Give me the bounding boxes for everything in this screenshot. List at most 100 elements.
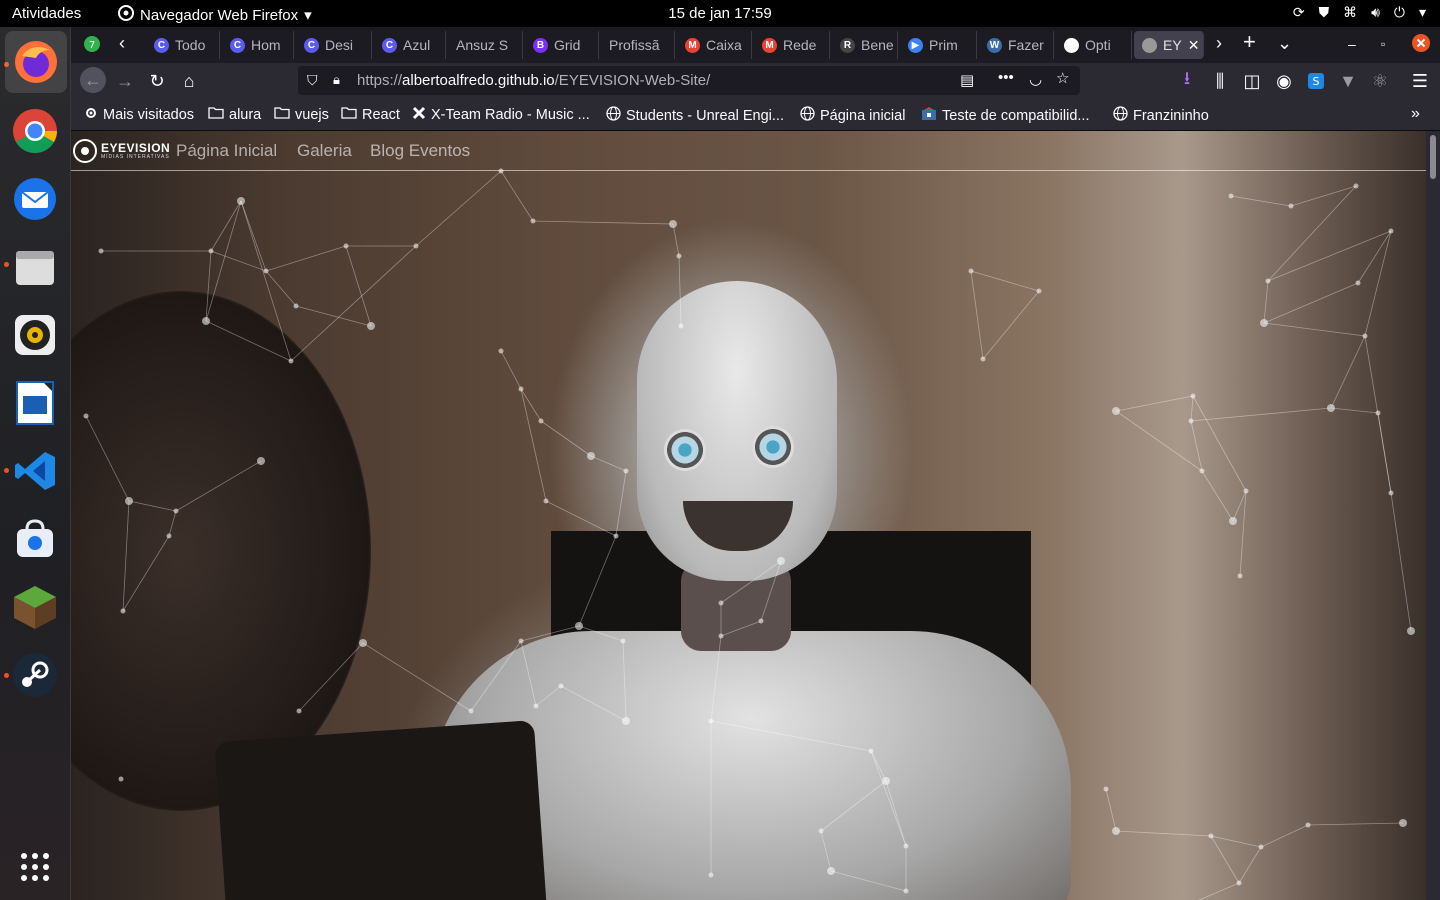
bookmark-item[interactable]: Teste de compatibilid... <box>921 106 1090 125</box>
logo-tagline: MÍDIAS INTERATIVAS <box>101 154 170 160</box>
tab-0[interactable]: C Todo <box>146 31 220 59</box>
tab-7[interactable]: M Caixa <box>677 31 752 59</box>
site-logo[interactable]: EYEVISION MÍDIAS INTERATIVAS <box>73 139 170 163</box>
pocket-icon[interactable]: ◡ <box>1029 70 1042 88</box>
library-icon[interactable]: ⫼ <box>1208 69 1232 93</box>
volume-icon[interactable]: 🔊︎ <box>1371 4 1380 21</box>
tab-favicon-icon: M <box>685 37 700 53</box>
page-actions-icon[interactable]: ••• <box>998 69 1014 86</box>
tab-11[interactable]: W Fazer <box>979 31 1054 59</box>
particle-link <box>578 625 624 642</box>
extension-s-icon[interactable]: S <box>1304 69 1328 93</box>
tab-12[interactable]: Opti <box>1056 31 1132 59</box>
back-button[interactable]: ← <box>80 67 106 93</box>
steam-icon[interactable] <box>11 651 59 699</box>
tab-scroll-left-icon[interactable]: ‹ <box>119 33 125 54</box>
bookmark-label: Franzininho <box>1133 107 1209 124</box>
bookmark-item[interactable]: Franzininho <box>1113 106 1209 125</box>
tab-10[interactable]: ▶ Prim <box>900 31 977 59</box>
bookmark-item[interactable]: Página inicial <box>800 106 905 125</box>
nav-link-home[interactable]: Página Inicial <box>176 141 277 161</box>
scrollbar-thumb[interactable] <box>1430 135 1436 179</box>
app-grid-icon[interactable] <box>11 843 59 891</box>
particle-link <box>122 500 130 612</box>
bookmark-item[interactable]: alura <box>208 106 261 123</box>
globe-icon <box>800 106 815 125</box>
particle-dot <box>613 533 619 539</box>
tab-2[interactable]: C Desi <box>296 31 372 59</box>
particle-dot <box>903 843 909 849</box>
particle-link <box>520 388 542 422</box>
firefox-icon[interactable] <box>5 31 67 93</box>
reload-button[interactable]: ↻ <box>145 69 169 93</box>
menu-icon[interactable]: ☰ <box>1408 69 1432 93</box>
url-bar[interactable]: ⛉ 🔒︎ https://albertoalfredo.github.io/EY… <box>298 66 1080 95</box>
maximize-button[interactable]: ▫ <box>1381 37 1385 51</box>
particle-dot <box>1388 228 1394 234</box>
list-all-tabs-icon[interactable]: ⌄ <box>1277 33 1292 54</box>
particle-dot <box>288 358 294 364</box>
minimize-button[interactable]: – <box>1348 36 1356 52</box>
vscode-icon[interactable] <box>11 447 59 495</box>
tab-4[interactable]: Ansuz S <box>448 31 523 59</box>
url-text[interactable]: https://albertoalfredo.github.io/EYEVISI… <box>357 72 710 89</box>
system-top-bar: Atividades Navegador Web Firefox ▾ 15 de… <box>0 0 1440 27</box>
tab-13[interactable]: EY ✕ <box>1134 31 1204 59</box>
software-icon[interactable] <box>11 515 59 563</box>
network-icon[interactable]: ⌘ <box>1343 4 1357 21</box>
bookmark-item[interactable]: Mais visitados <box>84 106 194 124</box>
chrome-icon[interactable] <box>11 107 59 155</box>
chevron-down-icon[interactable]: ▾ <box>1419 4 1426 21</box>
sync-icon[interactable]: ⟳ <box>1293 4 1305 21</box>
tab-9[interactable]: R Bene <box>832 31 898 59</box>
lock-icon[interactable]: 🔒︎ <box>333 72 340 88</box>
reader-view-icon[interactable]: ▤ <box>960 71 974 89</box>
bookmark-item[interactable]: X-Team Radio - Music ... <box>412 106 590 124</box>
tracking-protection-shield-icon[interactable]: ⛉ <box>307 72 318 89</box>
particle-link <box>1115 830 1212 837</box>
extension-badge-icon[interactable]: 7 <box>83 35 101 58</box>
close-tab-icon[interactable]: ✕ <box>1188 37 1200 54</box>
power-icon[interactable]: ⏻ <box>1394 4 1405 21</box>
react-devtools-icon[interactable]: ⚛ <box>1368 69 1392 93</box>
writer-icon[interactable] <box>11 379 59 427</box>
particle-dot <box>758 618 764 624</box>
new-tab-button[interactable]: + <box>1243 29 1256 55</box>
tab-8[interactable]: M Rede <box>754 31 830 59</box>
bookmark-item[interactable]: Students - Unreal Engi... <box>606 106 784 125</box>
shield-icon[interactable]: ⛊ <box>1319 4 1330 21</box>
files-icon[interactable] <box>11 243 59 291</box>
tab-6[interactable]: Profissã <box>601 31 675 59</box>
rhythmbox-icon[interactable] <box>11 311 59 359</box>
particle-link <box>1263 282 1359 324</box>
bookmarks-overflow-icon[interactable]: » <box>1411 105 1420 123</box>
clock[interactable]: 15 de jan 17:59 <box>0 5 1440 22</box>
thunderbird-icon[interactable] <box>11 175 59 223</box>
tab-1[interactable]: C Hom <box>222 31 294 59</box>
system-tray[interactable]: ⟳ ⛊ ⌘ 🔊︎ ⏻ ▾ <box>1293 4 1426 21</box>
nav-link-blog-events[interactable]: Blog Eventos <box>370 141 470 161</box>
page-scrollbar[interactable] <box>1426 131 1440 900</box>
home-button[interactable]: ⌂ <box>177 69 201 93</box>
vue-devtools-icon[interactable]: ▼ <box>1336 69 1360 93</box>
minecraft-icon[interactable] <box>11 583 59 631</box>
close-window-button[interactable] <box>1411 33 1431 58</box>
bookmark-item[interactable]: React <box>341 106 400 123</box>
particle-dot <box>980 356 986 362</box>
particle-dot <box>669 220 677 228</box>
tab-5[interactable]: B Grid <box>525 31 599 59</box>
sidebar-icon[interactable]: ◫ <box>1240 69 1264 93</box>
particle-dot <box>1305 822 1311 828</box>
forward-button[interactable]: → <box>113 69 137 93</box>
particle-link <box>1267 230 1392 282</box>
tab-scroll-right-icon[interactable]: › <box>1216 33 1222 54</box>
particle-dot <box>1288 203 1294 209</box>
account-icon[interactable]: ◉ <box>1272 69 1296 93</box>
bookmark-item[interactable]: vuejs <box>274 106 329 123</box>
nav-link-gallery[interactable]: Galeria <box>297 141 352 161</box>
downloads-icon[interactable]: ⭳ <box>1175 68 1199 93</box>
particle-dot <box>1229 517 1237 525</box>
particle-dot <box>678 323 684 329</box>
tab-3[interactable]: C Azul <box>374 31 446 59</box>
bookmark-star-icon[interactable]: ☆ <box>1056 69 1069 87</box>
